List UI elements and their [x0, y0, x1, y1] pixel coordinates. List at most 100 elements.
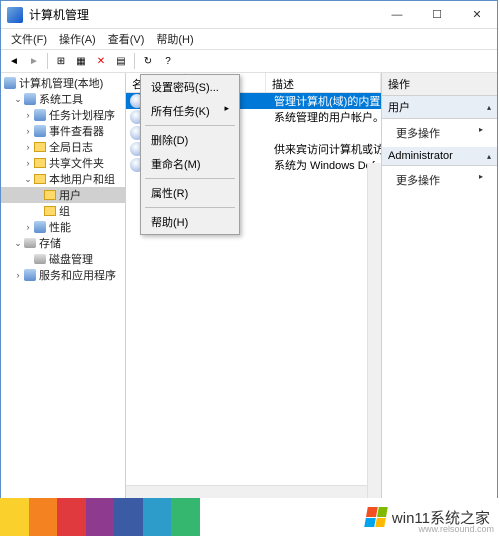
expand-icon[interactable]: › [23, 126, 33, 136]
export-button[interactable]: ▤ [112, 52, 130, 70]
tree-node[interactable]: ›服务和应用程序 [1, 267, 125, 283]
context-menu-item[interactable]: 设置密码(S)... [141, 75, 239, 99]
expand-icon[interactable]: ⌄ [13, 238, 23, 249]
expand-icon[interactable]: › [23, 222, 33, 232]
refresh-button[interactable]: ↻ [139, 52, 157, 70]
menu-separator [145, 178, 235, 179]
actions-more-users[interactable]: 更多操作 [382, 119, 497, 147]
forward-button[interactable]: ► [25, 52, 43, 70]
tree-label: 存储 [39, 235, 61, 251]
stripe [114, 498, 143, 536]
expand-icon[interactable]: › [23, 142, 33, 152]
tree-node[interactable]: › 性能 [1, 219, 125, 235]
tree-root[interactable]: 计算机管理(本地) [1, 75, 125, 91]
minimize-button[interactable]: — [377, 1, 417, 29]
context-menu-item[interactable]: 所有任务(K) [141, 99, 239, 123]
stripe [57, 498, 86, 536]
tree-label: 系统工具 [39, 91, 83, 107]
actions-section-users[interactable]: 用户 ▴ [382, 96, 497, 119]
maximize-button[interactable]: ☐ [417, 1, 457, 29]
help-button[interactable]: ? [159, 52, 177, 70]
context-menu-item[interactable]: 属性(R) [141, 181, 239, 205]
col-desc[interactable]: 描述 [266, 73, 381, 92]
tree-label: 任务计划程序 [49, 107, 115, 123]
actions-section-title: 用户 [388, 99, 410, 115]
expand-icon[interactable]: › [23, 158, 33, 168]
tool-icon [34, 221, 46, 233]
context-menu[interactable]: 设置密码(S)...所有任务(K) 删除(D)重命名(M) 属性(R) 帮助(H) [140, 74, 240, 235]
tool-icon [34, 125, 46, 137]
folder-icon [44, 206, 56, 216]
tree-node[interactable]: ⌄ 系统工具 [1, 91, 125, 107]
tree-node[interactable]: 磁盘管理 [1, 251, 125, 267]
tree-node[interactable]: 用户 [1, 187, 125, 203]
collapse-icon: ▴ [487, 103, 491, 112]
watermark-url: www.relsound.com [418, 524, 494, 534]
stripe [171, 498, 200, 536]
close-button[interactable]: ✕ [457, 1, 497, 29]
actions-section-admin[interactable]: Administrator ▴ [382, 147, 497, 166]
expand-icon[interactable]: ⌄ [23, 174, 33, 185]
expand-icon[interactable]: › [23, 110, 33, 120]
toolbar-sep [134, 53, 135, 69]
tree-node[interactable]: › 共享文件夹 [1, 155, 125, 171]
footer: win11系统之家 www.relsound.com [0, 498, 500, 536]
actions-section-title: Administrator [388, 150, 453, 162]
actions-header: 操作 [382, 73, 497, 96]
back-button[interactable]: ◄ [5, 52, 23, 70]
expand-icon[interactable]: › [13, 270, 23, 280]
tree-label: 用户 [59, 187, 81, 203]
tree-node[interactable]: ⌄ 存储 [1, 235, 125, 251]
nav-tree[interactable]: 计算机管理(本地) ⌄系统工具›任务计划程序›事件查看器›全局日志›共享文件夹⌄… [1, 73, 126, 499]
row-desc: 供来宾访问计算机或访 [274, 141, 381, 157]
windows-logo-icon [364, 507, 388, 527]
collapse-icon: ▴ [487, 152, 491, 161]
computer-icon [4, 77, 16, 89]
tree-label: 共享文件夹 [49, 155, 104, 171]
toolbar-sep [47, 53, 48, 69]
actions-pane: 操作 用户 ▴ 更多操作 Administrator ▴ 更多操作 [382, 73, 497, 499]
folder-icon [34, 158, 46, 168]
properties-button[interactable]: ▦ [72, 52, 90, 70]
folder-icon [34, 174, 46, 184]
tree-node[interactable]: › 任务计划程序 [1, 107, 125, 123]
menu-action[interactable]: 操作(A) [53, 29, 102, 49]
tree-node[interactable]: 组 [1, 203, 125, 219]
menu-file[interactable]: 文件(F) [5, 29, 53, 49]
menu-help[interactable]: 帮助(H) [150, 29, 199, 49]
tree-label: 磁盘管理 [49, 251, 93, 267]
tree-node[interactable]: › 事件查看器 [1, 123, 125, 139]
tool-icon [24, 269, 36, 281]
context-menu-item[interactable]: 帮助(H) [141, 210, 239, 234]
stripe [143, 498, 172, 536]
stripe [86, 498, 115, 536]
row-desc: 系统管理的用户帐户。 [274, 109, 381, 125]
tree-node[interactable]: ›全局日志 [1, 139, 125, 155]
menubar: 文件(F) 操作(A) 查看(V) 帮助(H) [1, 29, 497, 49]
titlebar: 计算机管理 — ☐ ✕ [1, 1, 497, 29]
row-desc: 管理计算机(域)的内置 [274, 93, 381, 109]
tree-node[interactable]: ⌄ 本地用户和组 [1, 171, 125, 187]
color-stripes [0, 498, 200, 536]
up-button[interactable]: ⊞ [52, 52, 70, 70]
menu-separator [145, 207, 235, 208]
vscrollbar[interactable] [367, 163, 381, 499]
tree-label: 事件查看器 [49, 123, 104, 139]
hscrollbar[interactable] [126, 485, 367, 499]
folder-icon [44, 190, 56, 200]
menu-view[interactable]: 查看(V) [102, 29, 151, 49]
expand-icon[interactable]: ⌄ [13, 94, 23, 105]
actions-more-admin[interactable]: 更多操作 [382, 166, 497, 194]
stripe [29, 498, 58, 536]
disk-icon [34, 254, 46, 264]
tool-icon [24, 93, 36, 105]
tree-label: 本地用户和组 [49, 171, 115, 187]
delete-button[interactable]: ✕ [92, 52, 110, 70]
context-menu-item[interactable]: 删除(D) [141, 128, 239, 152]
tree-label: 性能 [49, 219, 71, 235]
toolbar: ◄ ► ⊞ ▦ ✕ ▤ ↻ ? [1, 49, 497, 73]
window-title: 计算机管理 [29, 6, 377, 23]
context-menu-item[interactable]: 重命名(M) [141, 152, 239, 176]
disk-icon [24, 238, 36, 248]
tree-label: 组 [59, 203, 70, 219]
